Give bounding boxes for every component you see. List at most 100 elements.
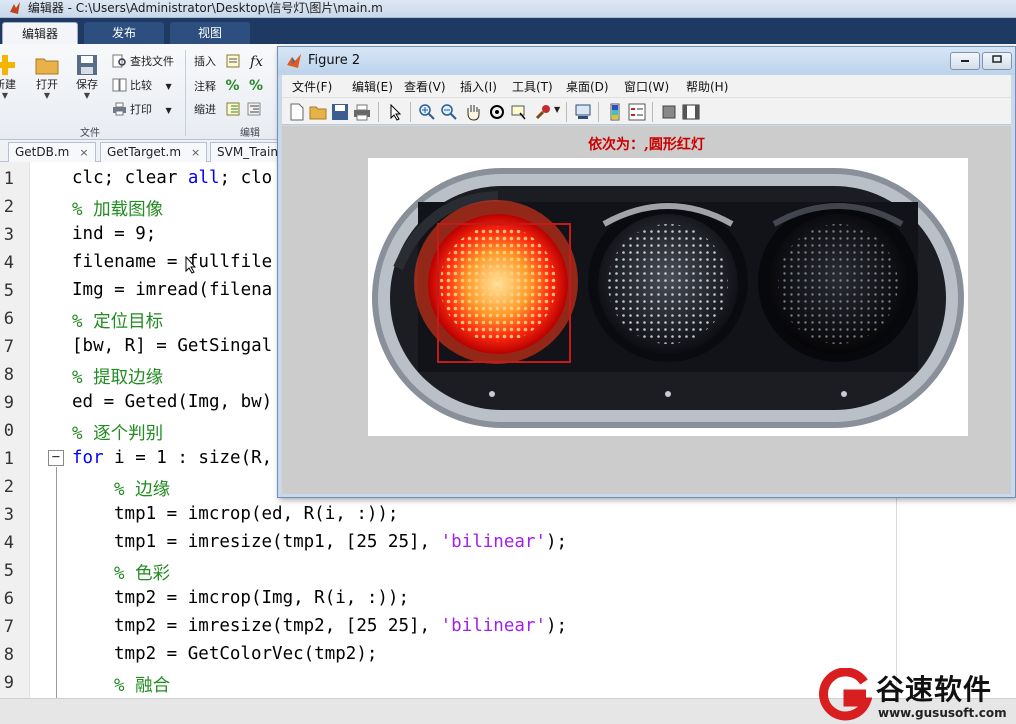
chevron-down-icon[interactable]: ▼ <box>554 105 560 114</box>
toolbar-separator <box>378 102 379 122</box>
figure-toolbar: ▼ <box>282 97 1011 125</box>
code-line[interactable]: tmp2 = imresize(tmp2, [25 25], 'bilinear… <box>114 616 567 636</box>
figure-canvas[interactable]: 依次为：,圆形红灯 <box>282 126 1011 494</box>
close-icon[interactable]: × <box>191 146 200 159</box>
data-cursor-icon[interactable] <box>510 103 528 121</box>
insert-button[interactable]: 插入 <box>194 52 244 72</box>
hide-plot-tools-icon[interactable] <box>660 103 678 121</box>
menu-edit[interactable]: 编辑(E) <box>352 78 393 95</box>
menu-window[interactable]: 窗口(W) <box>624 78 669 95</box>
watermark-name: 谷速软件 <box>876 673 993 706</box>
traffic-light-image <box>368 158 968 436</box>
matlab-logo-icon <box>287 54 301 68</box>
legend-icon[interactable] <box>628 103 646 121</box>
code-comment[interactable]: % 逐个判别 <box>72 420 163 445</box>
code-comment[interactable]: % 加载图像 <box>72 196 163 221</box>
open-file-icon[interactable] <box>309 103 327 121</box>
colorbar-icon[interactable] <box>606 103 624 121</box>
code-line[interactable]: [bw, R] = GetSingal <box>72 336 272 356</box>
line-number: 7 <box>3 617 14 637</box>
code-line[interactable]: clc; clear all; clo <box>72 168 272 188</box>
rotate-3d-icon[interactable] <box>488 103 506 121</box>
zoom-in-icon[interactable] <box>418 103 436 121</box>
tab-publish[interactable]: 发布 <box>84 22 164 44</box>
tab-editor[interactable]: 编辑器 <box>2 22 78 44</box>
pointer-icon[interactable] <box>386 103 404 121</box>
toolbar-separator <box>598 102 599 122</box>
floppy-disk-icon <box>77 55 97 75</box>
line-number: 2 <box>3 197 14 217</box>
menu-desktop[interactable]: 桌面(D) <box>566 78 609 95</box>
code-line[interactable]: tmp1 = imcrop(ed, R(i, :)); <box>114 504 398 524</box>
code-line[interactable]: filename = fullfile <box>72 252 272 272</box>
code-line[interactable]: tmp2 = GetColorVec(tmp2); <box>114 644 377 664</box>
insert-function-button[interactable]: fx <box>250 52 263 72</box>
compare-icon <box>112 78 127 92</box>
chevron-down-icon: ▼ <box>1 91 9 100</box>
chevron-down-icon: ▼ <box>165 106 172 115</box>
minimize-button[interactable] <box>950 52 980 70</box>
compare-button[interactable]: 比较 ▼ <box>112 76 172 96</box>
code-comment[interactable]: % 边缘 <box>114 476 170 501</box>
file-tab-gettarget[interactable]: GetTarget.m × <box>100 142 208 162</box>
folder-icon <box>35 58 59 75</box>
code-line[interactable]: tmp2 = imcrop(Img, R(i, :)); <box>114 588 409 608</box>
code-comment[interactable]: % 提取边缘 <box>72 364 163 389</box>
print-button[interactable]: 打印 ▼ <box>112 100 172 120</box>
brush-icon[interactable] <box>534 103 552 121</box>
comment-button[interactable]: 注释 % % <box>194 76 263 96</box>
ribbon-group-divider <box>185 50 186 136</box>
menu-help[interactable]: 帮助(H) <box>686 78 728 95</box>
figure-window[interactable]: Figure 2 文件(F) 编辑(E) 查看(V) 插入(I) 工具(T) 桌… <box>277 46 1016 498</box>
show-plot-tools-icon[interactable] <box>682 103 700 121</box>
chevron-down-icon: ▼ <box>83 91 91 100</box>
code-line[interactable]: Img = imread(filena <box>72 280 272 300</box>
menu-tools[interactable]: 工具(T) <box>512 78 553 95</box>
file-tab-svm-train[interactable]: SVM_Train <box>210 142 285 162</box>
line-number: 8 <box>3 645 14 665</box>
code-comment[interactable]: % 融合 <box>114 672 170 697</box>
find-files-button[interactable]: 查找文件 <box>112 52 174 72</box>
line-number: 5 <box>3 281 14 301</box>
tab-view[interactable]: 视图 <box>170 22 250 44</box>
line-number-gutter: 1 2 3 4 5 6 7 8 9 0 1 2 3 4 5 6 7 8 9 <box>0 162 30 698</box>
toolbar-separator <box>410 102 411 122</box>
restore-button[interactable] <box>982 52 1012 70</box>
link-plot-icon[interactable] <box>574 103 592 121</box>
menu-view[interactable]: 查看(V) <box>404 78 446 95</box>
open-button[interactable]: 打开 ▼ <box>28 50 66 120</box>
menu-file[interactable]: 文件(F) <box>292 78 332 95</box>
print-figure-icon[interactable] <box>353 103 371 121</box>
insert-section-icon <box>226 54 239 68</box>
toolbar-separator <box>566 102 567 122</box>
code-fold-toggle[interactable]: − <box>48 450 64 466</box>
window-title-bar: 编辑器 - C:\Users\Administrator\Desktop\信号灯… <box>0 0 1016 18</box>
code-line[interactable]: for i = 1 : size(R, <box>72 448 272 468</box>
code-line[interactable]: tmp1 = imresize(tmp1, [25 25], 'bilinear… <box>114 532 567 552</box>
new-button[interactable]: 新建 ▼ <box>0 50 24 120</box>
file-tab-getdb[interactable]: GetDB.m × <box>8 142 96 162</box>
zoom-out-icon[interactable] <box>440 103 458 121</box>
code-comment[interactable]: % 定位目标 <box>72 308 163 333</box>
save-button[interactable]: 保存 ▼ <box>68 50 106 120</box>
line-number: 6 <box>3 589 14 609</box>
save-figure-icon[interactable] <box>331 103 349 121</box>
figure-menu-bar: 文件(F) 编辑(E) 查看(V) 插入(I) 工具(T) 桌面(D) 窗口(W… <box>282 75 1011 97</box>
edit-group-label: 编辑 <box>240 128 260 139</box>
line-number: 1 <box>3 449 14 469</box>
indent-button[interactable]: 缩进 <box>194 100 265 120</box>
code-line[interactable]: ed = Geted(Img, bw) <box>72 392 272 412</box>
figure-title-bar[interactable]: Figure 2 <box>278 47 1015 75</box>
code-line[interactable]: ind = 9; <box>72 224 156 244</box>
line-number: 0 <box>3 421 14 441</box>
find-files-icon <box>112 54 126 68</box>
menu-insert[interactable]: 插入(I) <box>460 78 497 95</box>
file-group-label: 文件 <box>80 128 100 139</box>
pan-hand-icon[interactable] <box>464 103 482 121</box>
toolbar-separator <box>652 102 653 122</box>
new-figure-icon[interactable] <box>288 103 306 121</box>
code-comment[interactable]: % 色彩 <box>114 560 170 585</box>
indent-icon <box>247 102 261 116</box>
close-icon[interactable]: × <box>79 146 88 159</box>
line-number: 3 <box>3 225 14 245</box>
